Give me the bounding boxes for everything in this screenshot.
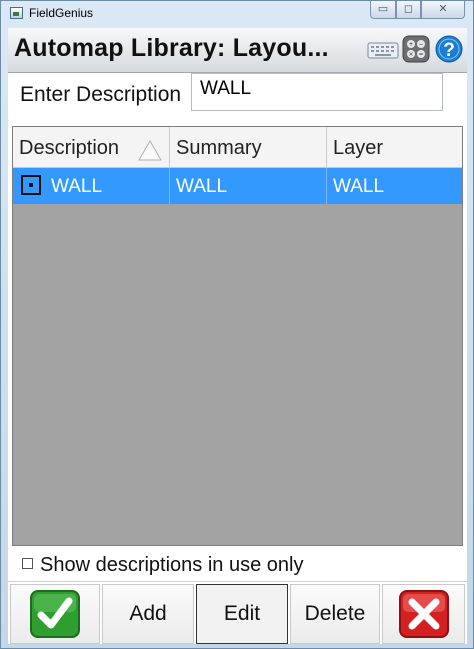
app-icon: [10, 7, 23, 19]
cell-description: WALL: [13, 168, 170, 204]
column-header-summary[interactable]: Summary: [170, 127, 327, 167]
app-window: FieldGenius ▭ ◻ ✕ Automap Library: Layou…: [0, 0, 474, 649]
automap-table: Description Summary Layer WALL WALL WALL: [12, 126, 463, 546]
sort-ascending-icon: [138, 140, 162, 161]
description-label: Enter Description: [20, 83, 182, 106]
main-panel: Automap Library: Layou... + − × = ? Ente…: [8, 28, 467, 644]
button-bar: Add Edit Delete: [8, 581, 467, 644]
table-row[interactable]: WALL WALL WALL: [13, 168, 462, 204]
description-input[interactable]: [191, 73, 443, 111]
svg-text:×: ×: [408, 51, 413, 58]
show-in-use-checkbox[interactable]: [22, 558, 33, 569]
cell-summary: WALL: [170, 168, 327, 204]
cell-text: WALL: [176, 176, 228, 197]
svg-text:−: −: [418, 41, 423, 48]
column-label: Description: [19, 137, 120, 159]
edit-button[interactable]: Edit: [196, 584, 288, 644]
minimize-button[interactable]: ▭: [370, 1, 396, 19]
cell-text: WALL: [333, 176, 385, 197]
svg-text:+: +: [408, 41, 413, 48]
page-header: Automap Library: Layou... + − × = ?: [8, 28, 467, 73]
calculator-icon[interactable]: + − × =: [402, 35, 430, 63]
window-titlebar[interactable]: FieldGenius ▭ ◻ ✕: [1, 1, 473, 27]
close-window-button[interactable]: ✕: [421, 1, 465, 19]
column-header-description[interactable]: Description: [13, 127, 170, 167]
checkmark-icon: [30, 590, 80, 638]
column-label: Summary: [176, 137, 262, 159]
page-title: Automap Library: Layou...: [14, 34, 329, 62]
show-in-use-label: Show descriptions in use only: [40, 554, 304, 576]
cell-text: WALL: [51, 176, 103, 197]
add-button[interactable]: Add: [102, 584, 194, 644]
column-header-layer[interactable]: Layer: [327, 127, 462, 167]
help-icon[interactable]: ?: [435, 35, 463, 63]
delete-button[interactable]: Delete: [290, 584, 380, 644]
column-label: Layer: [333, 137, 384, 159]
window-title: FieldGenius: [29, 6, 94, 20]
keyboard-icon[interactable]: [367, 40, 399, 60]
close-x-icon: [398, 590, 449, 638]
svg-text:=: =: [418, 51, 423, 58]
ok-button[interactable]: [10, 584, 100, 644]
cancel-button[interactable]: [382, 584, 465, 644]
point-symbol-icon: [21, 175, 41, 195]
maximize-button[interactable]: ◻: [396, 1, 421, 19]
svg-text:?: ?: [443, 40, 455, 61]
table-header: Description Summary Layer: [13, 127, 462, 168]
cell-layer: WALL: [327, 168, 462, 204]
